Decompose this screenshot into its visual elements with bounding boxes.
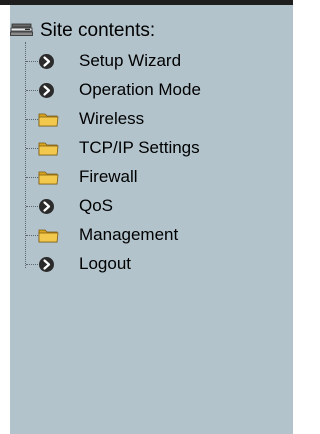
menu-item-logout[interactable]: Logout bbox=[0, 253, 293, 275]
arrow-circle-icon bbox=[38, 53, 55, 75]
menu-item-label[interactable]: Operation Mode bbox=[79, 80, 201, 100]
menu-item-setup-wizard[interactable]: Setup Wizard bbox=[0, 50, 293, 72]
menu-item-management[interactable]: Management bbox=[0, 224, 293, 246]
site-contents-title: Site contents: bbox=[40, 20, 156, 41]
tree-branch bbox=[26, 119, 38, 120]
menu-item-label[interactable]: Wireless bbox=[79, 109, 144, 129]
menu-item-label[interactable]: QoS bbox=[79, 196, 113, 216]
folder-icon bbox=[38, 111, 59, 132]
menu-item-firewall[interactable]: Firewall bbox=[0, 166, 293, 188]
tree-branch bbox=[26, 264, 38, 265]
arrow-circle-icon bbox=[38, 198, 55, 220]
menu-item-label[interactable]: Management bbox=[79, 225, 178, 245]
menu-item-label[interactable]: Setup Wizard bbox=[79, 51, 181, 71]
tree-branch bbox=[26, 177, 38, 178]
menu-item-label[interactable]: Logout bbox=[79, 254, 131, 274]
folder-icon bbox=[38, 227, 59, 248]
menu-item-label[interactable]: TCP/IP Settings bbox=[79, 138, 200, 158]
arrow-circle-icon bbox=[38, 256, 55, 278]
menu-item-tcpip-settings[interactable]: TCP/IP Settings bbox=[0, 137, 293, 159]
tree-branch bbox=[26, 148, 38, 149]
computer-icon bbox=[10, 19, 34, 44]
tree-branch bbox=[26, 206, 38, 207]
tree-branch bbox=[26, 90, 38, 91]
folder-icon bbox=[38, 140, 59, 161]
menu-item-qos[interactable]: QoS bbox=[0, 195, 293, 217]
menu-item-wireless[interactable]: Wireless bbox=[0, 108, 293, 130]
menu-item-operation-mode[interactable]: Operation Mode bbox=[0, 79, 293, 101]
folder-icon bbox=[38, 169, 59, 190]
site-contents-header: Site contents: bbox=[10, 18, 155, 44]
tree-branch bbox=[26, 61, 38, 62]
menu-item-label[interactable]: Firewall bbox=[79, 167, 138, 187]
arrow-circle-icon bbox=[38, 82, 55, 104]
tree-branch bbox=[26, 235, 38, 236]
